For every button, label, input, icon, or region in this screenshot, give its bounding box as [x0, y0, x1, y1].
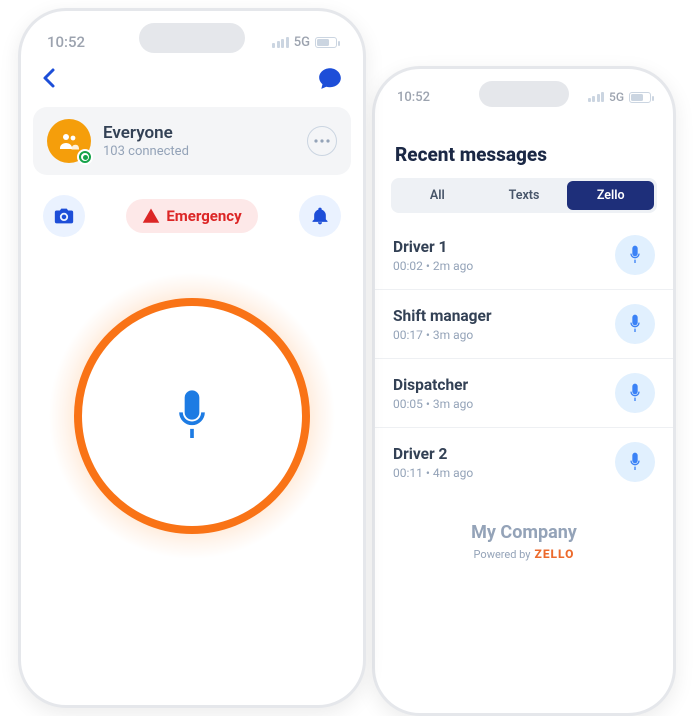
presence-badge [77, 149, 93, 165]
channel-row[interactable]: Everyone 103 connected [33, 107, 351, 175]
channel-subtitle: 103 connected [103, 144, 295, 159]
message-meta: 00:05 • 3m ago [393, 397, 473, 411]
status-right: 5G [588, 90, 652, 104]
powered-by-label: Powered by [474, 548, 531, 561]
play-voice-button[interactable] [615, 442, 655, 482]
signal-icon [588, 92, 605, 102]
status-time: 10:52 [397, 90, 430, 105]
microphone-icon [627, 452, 643, 472]
message-item[interactable]: Driver 1 00:02 • 2m ago [375, 221, 673, 290]
company-name: My Company [375, 522, 673, 543]
message-list: Driver 1 00:02 • 2m ago Shift manager 00… [375, 213, 673, 496]
action-row: Emergency [21, 175, 363, 245]
phone-left: 10:52 5G Everyone 103 connect [18, 8, 366, 708]
message-name: Dispatcher [393, 376, 473, 394]
signal-icon [272, 37, 289, 48]
microphone-icon [627, 383, 643, 403]
microphone-icon [627, 245, 643, 265]
tab-zello[interactable]: Zello [567, 181, 654, 210]
status-right: 5G [272, 35, 337, 50]
hw-volume-up [18, 177, 21, 229]
notch [139, 23, 245, 53]
ellipsis-icon [314, 139, 330, 143]
hw-volume-down [18, 241, 21, 293]
channel-name: Everyone [103, 123, 295, 143]
battery-icon [629, 92, 651, 103]
segmented-tabs: All Texts Zello [391, 178, 657, 213]
hw-mute-switch [18, 133, 21, 161]
notch [479, 81, 569, 107]
alerts-button[interactable] [299, 195, 341, 237]
company-block: My Company Powered by ZELLO [375, 496, 673, 561]
tab-all[interactable]: All [394, 181, 481, 210]
ptt-button[interactable] [74, 298, 310, 534]
channel-text: Everyone 103 connected [103, 123, 295, 159]
nav-bar [21, 55, 363, 101]
warning-icon [142, 207, 160, 225]
network-label: 5G [294, 35, 310, 50]
phone-right: 10:52 5G Recent messages All Texts Zello… [372, 66, 676, 716]
message-meta: 00:17 • 3m ago [393, 328, 492, 342]
channel-avatar [47, 119, 91, 163]
group-icon [57, 129, 81, 153]
ptt-area [21, 245, 363, 559]
camera-icon [53, 205, 75, 227]
hw-power [363, 191, 366, 267]
zello-logo: ZELLO [535, 547, 575, 561]
powered-by: Powered by ZELLO [375, 547, 673, 561]
camera-button[interactable] [43, 195, 85, 237]
message-name: Driver 1 [393, 238, 473, 256]
play-voice-button[interactable] [615, 235, 655, 275]
message-item[interactable]: Shift manager 00:17 • 3m ago [375, 290, 673, 359]
play-voice-button[interactable] [615, 373, 655, 413]
status-time: 10:52 [47, 33, 85, 51]
hw-power [673, 239, 676, 309]
battery-icon [315, 37, 337, 48]
more-button[interactable] [307, 126, 337, 156]
microphone-icon [627, 314, 643, 334]
message-item[interactable]: Driver 2 00:11 • 4m ago [375, 428, 673, 496]
message-item[interactable]: Dispatcher 00:05 • 3m ago [375, 359, 673, 428]
network-label: 5G [609, 90, 624, 104]
bell-icon [310, 206, 330, 226]
emergency-label: Emergency [166, 207, 241, 225]
ptt-glow [49, 273, 335, 559]
message-name: Shift manager [393, 307, 492, 325]
microphone-icon [170, 388, 214, 444]
messages-button[interactable] [317, 65, 343, 95]
back-button[interactable] [41, 66, 57, 94]
message-name: Driver 2 [393, 445, 473, 463]
tab-texts[interactable]: Texts [481, 181, 568, 210]
emergency-button[interactable]: Emergency [126, 199, 257, 233]
message-meta: 00:02 • 2m ago [393, 259, 473, 273]
recent-messages-title: Recent messages [375, 109, 673, 178]
play-voice-button[interactable] [615, 304, 655, 344]
message-meta: 00:11 • 4m ago [393, 466, 473, 480]
